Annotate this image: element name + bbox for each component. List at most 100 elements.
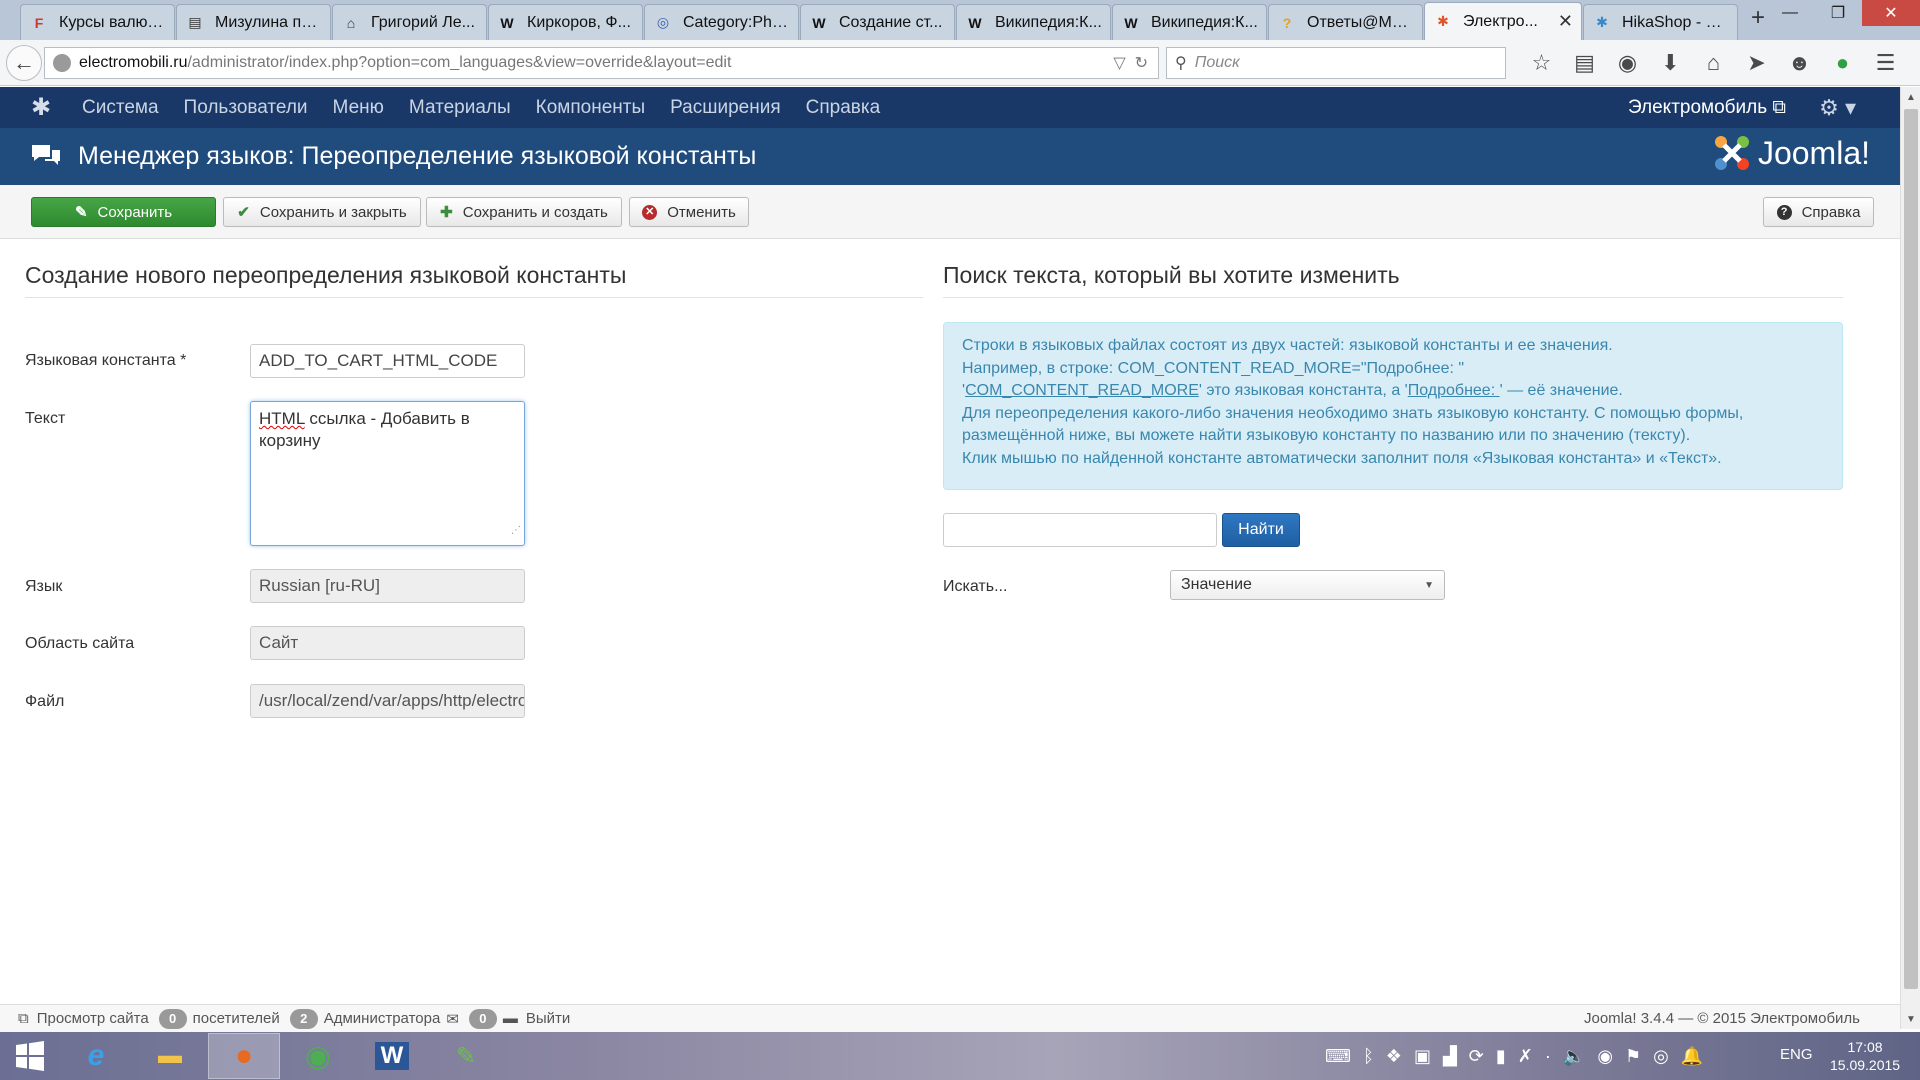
new-tab-button[interactable]: + [1751,4,1765,32]
notification-icon[interactable]: 🔔 [1681,1046,1703,1067]
constant-input[interactable]: ADD_TO_CART_HTML_CODE [250,344,525,378]
dropbox-icon[interactable]: ❖ [1386,1046,1402,1067]
save-new-label: Сохранить и создать [462,203,608,221]
reading-list-icon[interactable]: ▤ [1563,49,1606,77]
help-icon: ? [1776,204,1792,220]
scroll-down-icon[interactable]: ▼ [1901,1009,1920,1029]
browser-tab[interactable]: ? Ответы@Mai... [1268,4,1423,40]
bookmark-star-icon[interactable]: ☆ [1520,49,1563,77]
menu-item-components[interactable]: Компоненты [536,97,645,119]
menu-item-help[interactable]: Справка [806,97,881,119]
minimize-button[interactable]: — [1766,0,1814,26]
taskbar-explorer[interactable]: ▬ [134,1033,206,1079]
text-textarea[interactable]: HTML ссылка - Добавить в корзину ⋰ [250,401,525,546]
taskbar-ie[interactable]: e [60,1033,132,1079]
browser-toolbar-icons: ☆ ▤ ◉ ⬇ ⌂ ➤ ☻ ● ☰ [1520,49,1907,77]
browser-tab[interactable]: ▤ Мизулина пе... [176,4,331,40]
menu-item-extensions[interactable]: Расширения [670,97,781,119]
find-button[interactable]: Найти [1222,513,1300,547]
flag-icon[interactable]: ⚑ [1625,1046,1641,1067]
globe-icon [53,54,71,72]
hamburger-menu-icon[interactable]: ☰ [1864,49,1907,77]
browser-tab[interactable]: W Википедия:К... [956,4,1111,40]
help-button[interactable]: ? Справка [1763,197,1874,227]
send-icon[interactable]: ➤ [1735,49,1778,77]
address-bar[interactable]: electromobili.ru/administrator/index.php… [44,47,1159,79]
comments-icon [30,142,62,172]
tab-close-icon[interactable]: ✕ [1558,11,1573,32]
battery-icon[interactable]: ▮ [1496,1046,1506,1067]
browser-search-box[interactable]: ⚲ Поиск [1166,47,1506,79]
menu-item-content[interactable]: Материалы [409,97,511,119]
network-icon[interactable]: · [1545,1046,1551,1067]
system-clock[interactable]: 17:08 15.09.2015 [1830,1038,1900,1074]
download-icon[interactable]: ⬇ [1649,49,1692,77]
messages-badge[interactable]: 0 [468,1008,497,1029]
browser-tab[interactable]: W Википедия:К... [1112,4,1267,40]
save-close-button[interactable]: ✔ Сохранить и закрыть [223,197,421,227]
reload-icon[interactable]: ↻ [1135,55,1148,72]
browser-tab[interactable]: ✱ Электро... ✕ [1424,2,1582,40]
page-scrollbar[interactable]: ▲ ▼ [1900,87,1920,1029]
start-button[interactable] [0,1032,60,1080]
back-button[interactable]: ← [6,44,42,81]
joomla-logo-icon[interactable]: ✱ [28,94,54,121]
constant-label: Языковая константа * [25,352,187,369]
visitors-badge: 0 [158,1008,187,1029]
addon-icon[interactable]: ● [1821,49,1864,77]
volume-icon[interactable]: 🔈 [1563,1046,1585,1067]
browser-tab[interactable]: W Создание ст... [800,4,955,40]
sync-icon[interactable]: ⟳ [1469,1046,1484,1067]
tab-title: Григорий Ле... [371,13,475,31]
maximize-button[interactable]: ❐ [1814,0,1862,26]
chrome-tray-icon[interactable]: ◎ [1653,1046,1669,1067]
signal-icon[interactable]: ▟ [1443,1046,1457,1067]
chrome-icon: ◉ [304,1039,332,1073]
info-value-example: Подробнее: [1407,382,1500,399]
page-title-bar: Менеджер языков: Переопределение языково… [0,128,1900,185]
info-constant-example: COM_CONTENT_READ_MORE [965,382,1199,399]
envelope-icon[interactable]: ✉ [446,1010,459,1028]
eye-icon[interactable]: ◉ [1597,1046,1613,1067]
search-placeholder: Поиск [1194,54,1240,71]
folder-icon: ▬ [158,1042,182,1069]
resize-grip-icon[interactable]: ⋰ [511,520,521,542]
site-link[interactable]: Электромобиль ⧉ [1628,97,1786,119]
taskbar-word[interactable]: W [356,1033,428,1079]
browser-tab[interactable]: W Киркоров, Ф... [488,4,643,40]
cancel-button[interactable]: ✕ Отменить [629,197,749,227]
logout-link[interactable]: Выйти [526,1010,570,1027]
view-site-link[interactable]: Просмотр сайта [37,1010,149,1027]
window-close-button[interactable]: ✕ [1862,0,1920,26]
external-link-icon: ⧉ [1772,96,1786,118]
taskbar-firefox[interactable]: ● [208,1033,280,1079]
chat-icon[interactable]: ☻ [1778,49,1821,77]
browser-tab[interactable]: F Курсы валют... [20,4,175,40]
bluetooth-icon[interactable]: ᛒ [1363,1046,1374,1067]
tab-title: Курсы валют... [59,13,166,31]
gear-icon[interactable]: ⚙ ▾ [1819,95,1856,121]
scroll-up-icon[interactable]: ▲ [1901,87,1920,107]
menu-item-menus[interactable]: Меню [333,97,384,119]
search-in-select[interactable]: Значение ▼ [1170,570,1445,600]
menu-item-system[interactable]: Система [82,97,159,119]
pocket-icon[interactable]: ◉ [1606,49,1649,77]
caret-down-icon: ▼ [1424,579,1434,591]
taskbar-chrome[interactable]: ◉ [282,1033,354,1079]
menu-item-users[interactable]: Пользователи [184,97,308,119]
home-icon[interactable]: ⌂ [1692,49,1735,77]
browser-tab[interactable]: ⌂ Григорий Ле... [332,4,487,40]
browser-tab[interactable]: ✱ HikaShop - H... [1583,4,1738,40]
save-button[interactable]: ✎ Сохранить [31,197,216,227]
save-new-button[interactable]: ✚ Сохранить и создать [426,197,622,227]
error-icon[interactable]: ✗ [1518,1046,1533,1067]
search-text-input[interactable] [943,513,1217,547]
browser-tab[interactable]: ◎ Category:Phili... [644,4,799,40]
file-label: Файл [25,693,65,710]
input-language[interactable]: ENG [1780,1046,1813,1063]
keyboard-icon[interactable]: ⌨ [1325,1046,1351,1067]
dropdown-icon[interactable]: ▽ [1113,55,1125,72]
taskbar-app[interactable]: ✎ [430,1033,502,1079]
scrollbar-thumb[interactable] [1904,109,1918,989]
device-icon[interactable]: ▣ [1414,1046,1431,1067]
